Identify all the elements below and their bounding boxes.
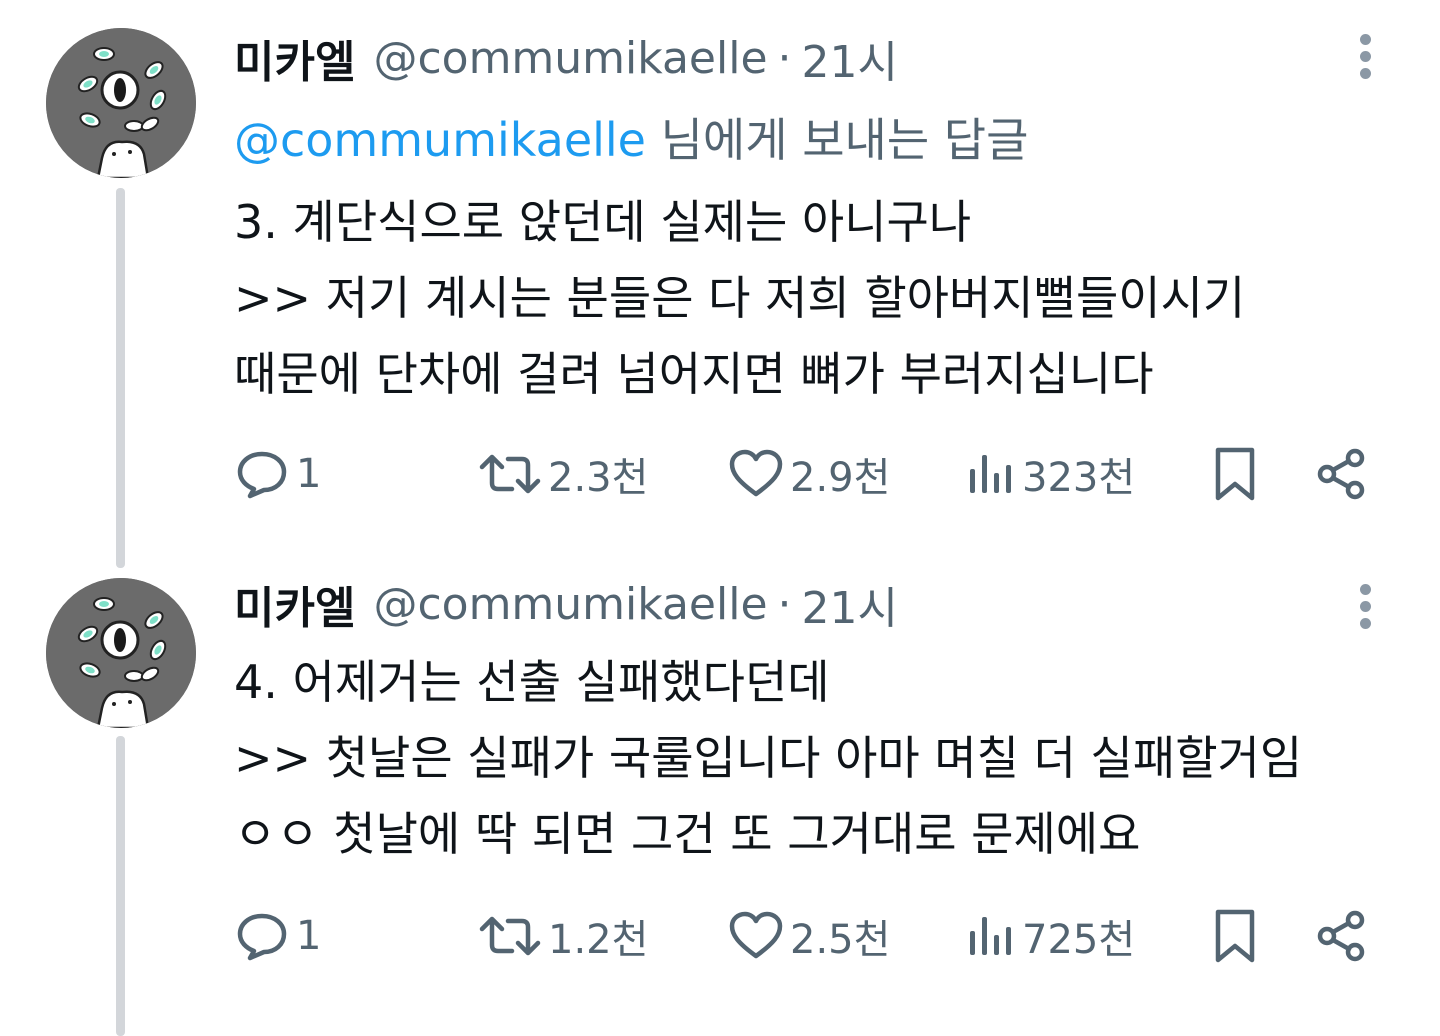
reply-suffix: 님에게 보내는 답글 — [660, 113, 1029, 167]
bookmark-icon — [1215, 447, 1255, 501]
avatar-illustration-icon — [46, 578, 196, 728]
tweet-header: 미카엘 @commumikaelle · 21시 — [234, 26, 898, 90]
avatar-illustration-icon — [46, 28, 196, 178]
handle[interactable]: @commumikaelle — [373, 579, 767, 630]
retweet-icon — [479, 916, 541, 956]
like-button[interactable]: 2.5천 — [728, 906, 890, 966]
heart-icon — [729, 449, 783, 497]
reply-button[interactable]: 1 — [234, 444, 321, 504]
reply-to-line: @commumikaelle 님에게 보내는 답글 — [234, 104, 1028, 170]
views-bar-icon — [970, 455, 1011, 493]
display-name[interactable]: 미카엘 — [234, 26, 355, 90]
share-icon — [1317, 910, 1365, 962]
more-vertical-icon[interactable] — [1352, 584, 1378, 638]
like-button[interactable]: 2.9천 — [728, 444, 890, 504]
reply-mention-link[interactable]: @commumikaelle — [234, 113, 646, 167]
timestamp[interactable]: 21시 — [802, 572, 898, 636]
tweet-body-line: ㅇㅇ 첫날에 딱 되면 그건 또 그거대로 문제에요 — [234, 807, 1141, 861]
tweet-header: 미카엘 @commumikaelle · 21시 — [234, 572, 898, 636]
handle[interactable]: @commumikaelle — [373, 33, 767, 84]
views-button[interactable]: 725천 — [966, 906, 1135, 966]
action-bar: 1 1.2천 2.5천 725천 — [234, 906, 1374, 966]
tweet-body: 3. 계단식으로 앉던데 실제는 아니구나 >> 저기 계시는 분들은 다 저희… — [234, 184, 1245, 412]
tweet-body-line: 4. 어제거는 선출 실패했다던데 — [234, 655, 830, 709]
views-count: 725천 — [1022, 917, 1136, 963]
heart-icon — [729, 911, 783, 959]
thread-line — [116, 188, 125, 568]
tweet-body-line: >> 첫날은 실패가 국룰입니다 아마 며칠 더 실패할거임 — [234, 731, 1303, 785]
thread-line — [116, 736, 125, 1036]
avatar[interactable] — [46, 28, 196, 178]
reply-button[interactable]: 1 — [234, 906, 321, 966]
tweet[interactable]: 미카엘 @commumikaelle · 21시 4. 어제거는 선출 실패했다… — [0, 560, 1440, 1036]
action-bar: 1 2.3천 2.9천 323천 — [234, 444, 1374, 504]
retweet-button[interactable]: 1.2천 — [478, 906, 648, 966]
chat-bubble-icon — [237, 451, 287, 499]
separator-dot: · — [777, 578, 792, 630]
chat-bubble-icon — [237, 913, 287, 961]
bookmark-button[interactable] — [1210, 444, 1260, 504]
like-count: 2.9천 — [790, 455, 891, 501]
bookmark-button[interactable] — [1210, 906, 1260, 966]
bookmark-icon — [1215, 909, 1255, 963]
display-name[interactable]: 미카엘 — [234, 572, 355, 636]
tweet[interactable]: 미카엘 @commumikaelle · 21시 @commumikaelle … — [0, 0, 1440, 568]
retweet-icon — [479, 454, 541, 494]
retweet-button[interactable]: 2.3천 — [478, 444, 648, 504]
tweet-body-line: 3. 계단식으로 앉던데 실제는 아니구나 — [234, 195, 972, 249]
more-vertical-icon[interactable] — [1352, 34, 1378, 88]
retweet-count: 1.2천 — [548, 917, 649, 963]
avatar[interactable] — [46, 578, 196, 728]
tweet-body-line: >> 저기 계시는 분들은 다 저희 할아버지뻘들이시기 — [234, 271, 1246, 325]
timestamp[interactable]: 21시 — [802, 26, 898, 90]
share-icon — [1317, 448, 1365, 500]
share-button[interactable] — [1314, 444, 1368, 504]
retweet-count: 2.3천 — [548, 455, 649, 501]
separator-dot: · — [777, 32, 792, 84]
reply-count: 1 — [296, 451, 322, 497]
tweet-body-line: 때문에 단차에 걸려 넘어지면 뼈가 부러지십니다 — [234, 347, 1154, 401]
views-bar-icon — [970, 917, 1011, 955]
reply-count: 1 — [296, 913, 322, 959]
tweet-body: 4. 어제거는 선출 실패했다던데 >> 첫날은 실패가 국룰입니다 아마 며칠… — [234, 644, 1302, 872]
views-button[interactable]: 323천 — [966, 444, 1135, 504]
views-count: 323천 — [1022, 455, 1136, 501]
share-button[interactable] — [1314, 906, 1368, 966]
like-count: 2.5천 — [790, 917, 891, 963]
